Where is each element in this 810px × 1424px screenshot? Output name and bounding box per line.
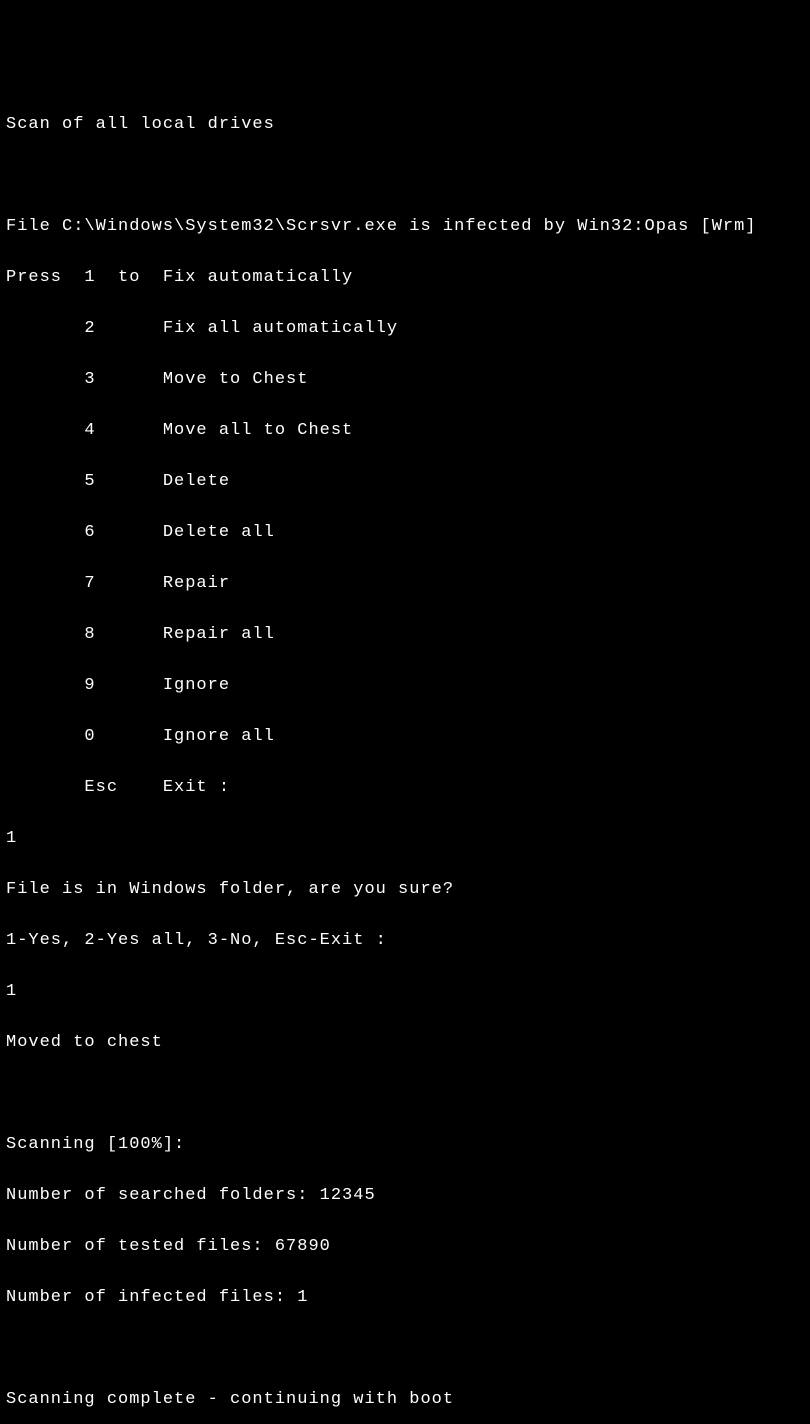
infection-message: File C:\Windows\System32\Scrsvr.exe is i… — [6, 214, 804, 240]
menu-option-5[interactable]: 5 Delete — [6, 469, 804, 495]
blank-line — [6, 1081, 804, 1107]
menu-option-0[interactable]: 0 Ignore all — [6, 724, 804, 750]
menu-option-1[interactable]: Press 1 to Fix automatically — [6, 265, 804, 291]
user-input-2: 1 — [6, 979, 804, 1005]
stats-tested: Number of tested files: 67890 — [6, 1234, 804, 1260]
menu-option-6[interactable]: 6 Delete all — [6, 520, 804, 546]
menu-option-7[interactable]: 7 Repair — [6, 571, 804, 597]
menu-option-8[interactable]: 8 Repair all — [6, 622, 804, 648]
confirm-options[interactable]: 1-Yes, 2-Yes all, 3-No, Esc-Exit : — [6, 928, 804, 954]
stats-infected: Number of infected files: 1 — [6, 1285, 804, 1311]
scan-header: Scan of all local drives — [6, 112, 804, 138]
action-result: Moved to chest — [6, 1030, 804, 1056]
menu-option-9[interactable]: 9 Ignore — [6, 673, 804, 699]
scan-progress: Scanning [100%]: — [6, 1132, 804, 1158]
menu-option-esc[interactable]: Esc Exit : — [6, 775, 804, 801]
blank-line — [6, 1336, 804, 1362]
menu-option-4[interactable]: 4 Move all to Chest — [6, 418, 804, 444]
confirm-prompt: File is in Windows folder, are you sure? — [6, 877, 804, 903]
stats-folders: Number of searched folders: 12345 — [6, 1183, 804, 1209]
menu-option-2[interactable]: 2 Fix all automatically — [6, 316, 804, 342]
blank-line — [6, 163, 804, 189]
user-input-1: 1 — [6, 826, 804, 852]
scan-complete-message: Scanning complete - continuing with boot — [6, 1387, 804, 1413]
menu-option-3[interactable]: 3 Move to Chest — [6, 367, 804, 393]
